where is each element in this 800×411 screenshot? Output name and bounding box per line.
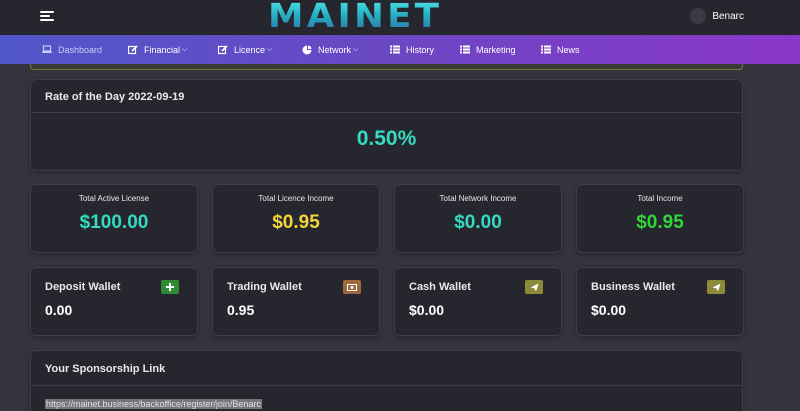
rate-value: 0.50% [356,127,417,150]
wallet-title: Deposit Wallet [45,281,121,293]
stat-label: Total Active License [78,194,150,203]
stat-card-total-income: Total Income $0.95 [576,184,744,253]
list-icon [541,45,551,55]
stat-value: $100.00 [79,212,149,233]
chevron-down-icon: ⌵ [182,45,188,53]
stat-card-total-network-income: Total Network Income $0.00 [394,184,562,253]
edit-icon [128,44,138,55]
wallet-value: $0.00 [591,302,627,318]
nav-item-dashboard[interactable]: Dashboard [42,35,102,64]
stat-card-total-active-license: Total Active License $100.00 [30,184,198,253]
nav-item-news[interactable]: News [541,35,580,64]
nav-item-financial[interactable]: Financial ⌵ [128,35,187,64]
deposit-button[interactable] [161,280,179,294]
chevron-down-icon: ⌵ [353,45,359,53]
rate-card: Rate of the Day 2022-09-19 0.50% [30,79,743,171]
money-icon [347,283,357,291]
avatar[interactable] [690,8,707,24]
nav-label: Marketing [476,44,516,55]
nav-item-marketing[interactable]: Marketing [460,35,516,64]
stat-card-total-licence-income: Total Licence Income $0.95 [212,184,380,253]
logo[interactable]: MAINET [268,0,442,33]
stat-value: $0.95 [636,212,684,233]
nav-item-licence[interactable]: Licence ⌵ [218,35,272,64]
business-wallet-send-button[interactable] [707,280,725,294]
edit-icon [218,44,228,55]
stat-value: $0.95 [272,212,320,233]
wallet-value: $0.00 [409,302,445,318]
user-name[interactable]: Benarc [712,11,744,22]
main-nav: Dashboard Financial ⌵ Licence ⌵ Network … [0,35,800,64]
chevron-down-icon: ⌵ [267,45,273,53]
nav-label: Financial [144,44,181,55]
user-menu[interactable]: Benarc [690,8,744,24]
wallet-title: Cash Wallet [409,281,471,293]
stat-label: Total Income [637,194,683,203]
menu-toggle-icon[interactable] [40,11,54,21]
send-icon [530,283,538,291]
wallet-card-business: Business Wallet $0.00 [576,267,744,336]
trading-wallet-button[interactable] [343,280,361,294]
list-icon [390,45,400,55]
nav-label: News [557,44,580,55]
alert-strip [30,64,743,70]
wallet-card-trading: Trading Wallet 0.95 [212,267,380,336]
sponsorship-link[interactable]: https://mainet.business/backoffice/regis… [45,399,262,409]
sponsor-title: Your Sponsorship Link [45,363,166,375]
nav-label: History [406,44,435,55]
nav-label: Licence [234,44,266,55]
divider [31,385,742,386]
nav-label: Dashboard [58,44,103,55]
send-icon [712,283,720,291]
nav-label: Network [318,44,352,55]
wallet-title: Trading Wallet [227,281,302,293]
top-header: MAINET Benarc [0,0,800,35]
plus-icon [166,283,174,291]
wallet-card-cash: Cash Wallet $0.00 [394,267,562,336]
stat-value: $0.00 [454,212,502,233]
wallet-value: 0.95 [227,302,255,318]
laptop-icon [42,45,52,55]
rate-title: Rate of the Day 2022-09-19 [45,91,185,103]
nav-item-network[interactable]: Network ⌵ [302,35,358,64]
list-icon [460,45,470,55]
sponsor-card: Your Sponsorship Link https://mainet.bus… [30,350,743,411]
stat-label: Total Licence Income [258,194,334,203]
pie-chart-icon [302,45,312,55]
divider [31,112,742,113]
wallet-title: Business Wallet [591,281,675,293]
nav-item-history[interactable]: History [390,35,434,64]
cash-wallet-send-button[interactable] [525,280,543,294]
wallet-value: 0.00 [45,302,73,318]
wallet-card-deposit: Deposit Wallet 0.00 [30,267,198,336]
stat-label: Total Network Income [439,194,517,203]
